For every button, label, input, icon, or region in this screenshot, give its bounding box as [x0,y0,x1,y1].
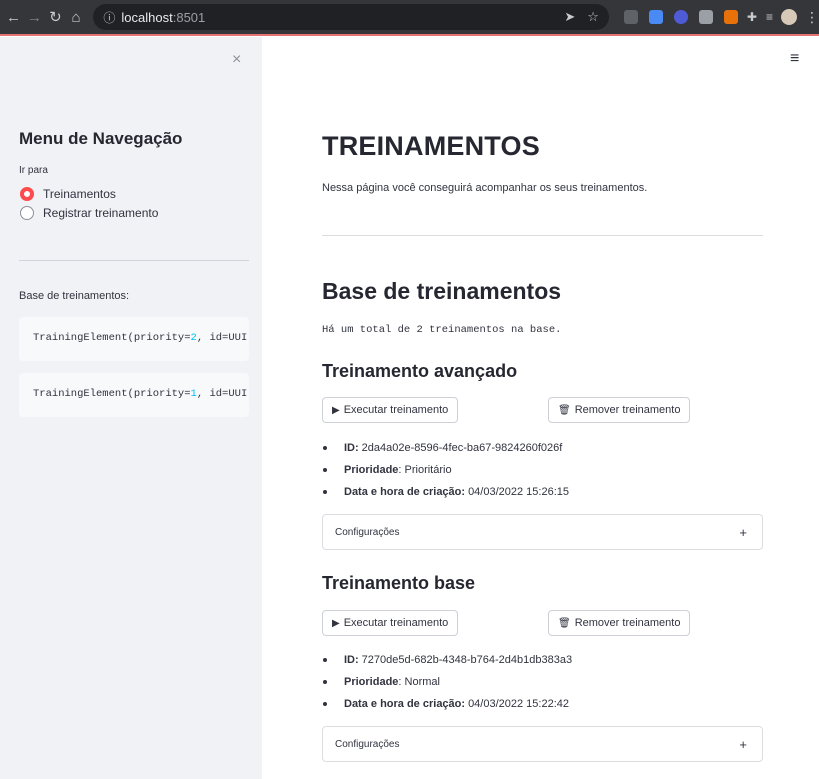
bullet-icon [323,468,327,472]
bullet-icon [323,446,327,450]
play-icon: ▶ [332,404,340,416]
puzzle-icon[interactable]: ✚ [747,10,757,24]
training-title: Treinamento base [322,573,476,593]
profile-avatar[interactable] [781,9,797,25]
send-icon[interactable]: ➤ [564,9,575,25]
detail-key: Data e hora de criação: [344,486,466,498]
page-subtitle: Nessa página você conseguirá acompanhar … [322,182,648,194]
radio-option-label: Registrar treinamento [43,206,159,220]
bullet-icon [323,680,327,684]
base-label: Base de treinamentos: [19,290,130,302]
button-label: Executar treinamento [343,404,449,416]
list-item: Prioridade: Prioritário [322,459,569,481]
trash-icon: 🗑 [558,404,571,416]
plus-icon: + [739,736,747,752]
list-item: ID: 7270de5d-682b-4348-b764-2d4b1db383a3 [322,649,572,671]
extension-icon[interactable] [723,10,738,24]
forward-icon[interactable]: → [27,9,42,26]
code-suffix: , id=UUI [196,388,248,400]
detail-key: Data e hora de criação: [344,698,466,710]
detail-value: 7270de5d-682b-4348-b764-2d4b1db383a3 [361,654,573,666]
button-label: Remover treinamento [574,617,681,629]
detail-key: Prioridade [344,676,399,688]
list-item: Prioridade: Normal [322,671,572,693]
detail-value: : Normal [398,676,440,688]
radio-group-label: Ir para [19,165,48,176]
radio-selected-icon[interactable] [20,187,34,201]
button-label: Remover treinamento [574,404,681,416]
radio-unselected-icon[interactable] [20,206,34,220]
radio-option-label: Treinamentos [43,187,116,201]
code-prefix: TrainingElement(priority= [33,332,191,344]
section-title: Base de treinamentos [322,278,562,304]
remove-training-button[interactable]: 🗑 Remover treinamento [548,397,691,423]
detail-key: ID: [344,442,359,454]
config-expander[interactable]: Configurações + [322,726,763,762]
remove-training-button[interactable]: 🗑 Remover treinamento [548,610,691,636]
total-count-text: Há um total de 2 treinamentos na base. [322,324,562,336]
detail-key: Prioridade [344,464,399,476]
sidebar-divider [19,260,249,261]
url-port: :8501 [172,9,206,25]
back-icon[interactable]: ← [6,9,21,26]
page-title: TREINAMENTOS [322,131,540,161]
detail-value: : Prioritário [398,464,452,476]
expander-label: Configurações [335,738,400,750]
extension-icon[interactable] [623,10,638,24]
config-expander[interactable]: Configurações + [322,514,763,550]
reload-icon[interactable]: ↻ [48,8,63,26]
trash-icon: 🗑 [558,617,571,629]
run-training-button[interactable]: ▶ Executar treinamento [322,610,459,636]
training-details: ID: 2da4a02e-8596-4fec-ba67-9824260f026f … [322,437,569,503]
close-icon[interactable]: × [232,51,241,69]
reading-list-icon[interactable]: ≡ [766,10,773,24]
url-host: localhost [121,9,173,25]
detail-key: ID: [344,654,359,666]
play-icon: ▶ [332,617,340,629]
list-item: ID: 2da4a02e-8596-4fec-ba67-9824260f026f [322,437,569,459]
plus-icon: + [739,524,747,540]
address-bar[interactable]: ⓘ localhost:8501 ➤ ☆ [93,4,609,30]
code-block: TrainingElement(priority=1, id=UUI [19,373,249,417]
training-title: Treinamento avançado [322,361,518,381]
extension-icon[interactable] [673,10,688,24]
browser-toolbar: ← → ↻ ⌂ ⓘ localhost:8501 ➤ ☆ ✚ ≡ ⋮ [0,0,819,36]
extension-icon[interactable] [648,10,663,24]
more-icon[interactable]: ⋮ [805,9,819,26]
code-prefix: TrainingElement(priority= [33,388,191,400]
button-label: Executar treinamento [343,617,449,629]
list-item: Data e hora de criação: 04/03/2022 15:22:… [322,693,572,715]
bookmark-star-icon[interactable]: ☆ [587,9,599,25]
detail-value: 04/03/2022 15:22:42 [468,698,569,710]
extensions-bar: ✚ ≡ ⋮ [613,9,819,26]
bullet-icon [323,490,327,494]
bullet-icon [323,702,327,706]
hamburger-menu-icon[interactable]: ≡ [790,50,799,68]
expander-label: Configurações [335,526,400,538]
radio-option-registrar[interactable]: Registrar treinamento [20,206,158,220]
run-training-button[interactable]: ▶ Executar treinamento [322,397,459,423]
sidebar: × Menu de Navegação Ir para Treinamentos… [0,37,262,779]
extension-icon[interactable] [698,10,713,24]
code-suffix: , id=UUI [196,332,248,344]
radio-option-treinamentos[interactable]: Treinamentos [20,187,116,201]
code-block: TrainingElement(priority=2, id=UUI [19,317,249,361]
detail-value: 2da4a02e-8596-4fec-ba67-9824260f026f [361,442,563,454]
home-icon[interactable]: ⌂ [69,9,84,26]
training-details: ID: 7270de5d-682b-4348-b764-2d4b1db383a3 … [322,649,572,715]
sidebar-title: Menu de Navegação [19,129,183,148]
divider [322,235,763,236]
site-info-icon[interactable]: ⓘ [103,9,115,26]
list-item: Data e hora de criação: 04/03/2022 15:26:… [322,481,569,503]
bullet-icon [323,658,327,662]
detail-value: 04/03/2022 15:26:15 [468,486,569,498]
